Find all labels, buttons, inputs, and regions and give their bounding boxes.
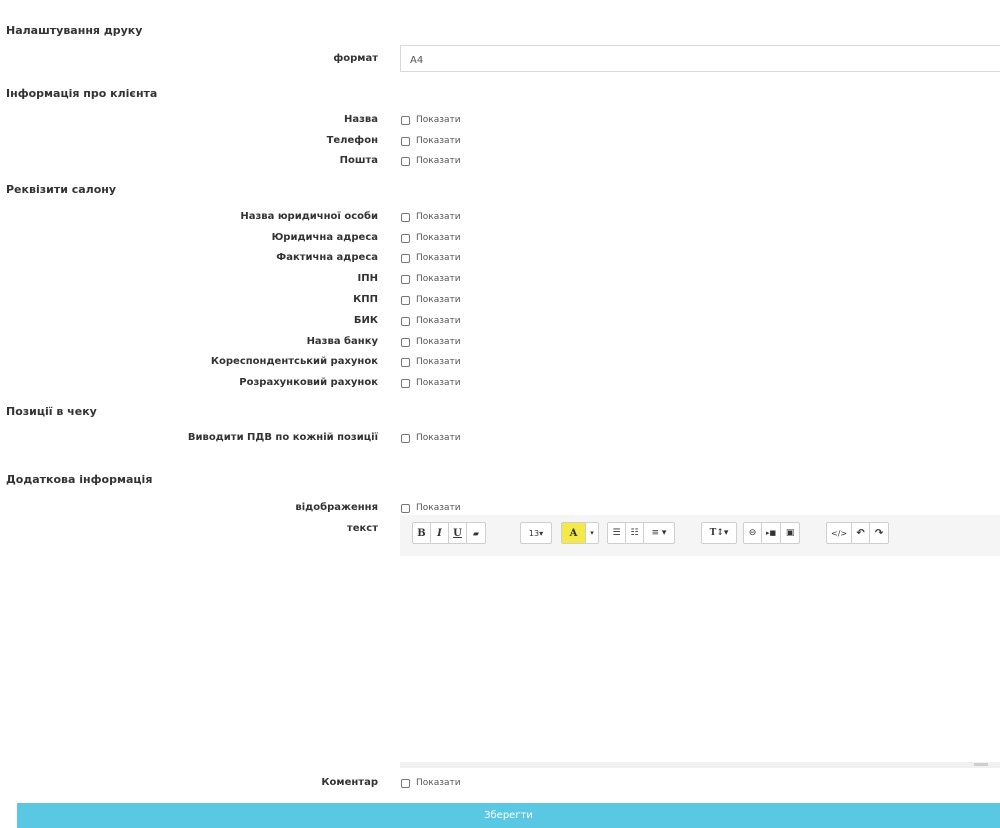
display-label: відображення [295,502,378,513]
checkbox-icon[interactable] [401,212,410,222]
checkbox-label: Показати [416,156,461,166]
font-size-dropdown[interactable]: 13▾ [521,523,551,543]
checkbox-icon[interactable] [401,233,410,243]
client-name-label: Назва [343,114,378,125]
salon-field-checkbox[interactable]: Показати [401,337,461,347]
client-email-checkbox[interactable]: Показати [401,156,461,166]
color-group: A ▾ [561,522,599,544]
vat-per-position-checkbox[interactable]: Показати [401,433,461,443]
checkbox-label: Показати [416,212,461,222]
salon-field-checkbox[interactable]: Показати [401,274,461,284]
video-icon[interactable]: ▸■ [762,523,782,543]
client-phone-label: Телефон [326,135,378,146]
style-group: T↕▾ [701,522,737,544]
section-title-salon: Реквізити салону [6,183,117,196]
client-email-label: Пошта [339,155,378,166]
checkbox-icon[interactable] [401,295,410,305]
picture-icon[interactable]: ▣ [781,523,799,543]
comment-checkbox[interactable]: Показати [401,778,461,788]
editor-toolbar [400,515,1000,556]
undo-icon[interactable]: ↶ [852,523,871,543]
checkbox-icon[interactable] [401,274,410,284]
text-style-dropdown[interactable]: T↕▾ [702,523,736,543]
code-view-icon[interactable]: </> [827,523,853,543]
vat-per-position-label: Виводити ПДВ по кожній позиції [187,432,378,443]
section-title-print: Налаштування друку [6,24,143,37]
section-title-client: Інформація про клієнта [6,87,158,100]
checkbox-label: Показати [416,357,461,367]
paragraph-group: ☰ ☷ ≡ ▾ [607,522,675,544]
checkbox-icon[interactable] [401,316,410,326]
resize-handle-icon[interactable] [974,763,988,766]
salon-field-checkbox[interactable]: Показати [401,233,461,243]
checkbox-label: Показати [416,295,461,305]
salon-field-checkbox[interactable]: Показати [401,253,461,263]
unordered-list-icon[interactable]: ☰ [608,523,626,543]
salon-field-label: Кореспондентський рахунок [210,356,378,367]
checkbox-label: Показати [416,378,461,388]
editor-content-area[interactable] [400,556,1000,762]
misc-group: </> ↶ ↷ [826,522,890,544]
salon-field-label: Назва банку [306,336,378,347]
font-style-group: B I U ▰ [412,522,486,544]
checkbox-label: Показати [416,778,461,788]
checkbox-label: Показати [416,274,461,284]
bold-button[interactable]: B [413,523,431,543]
checkbox-icon[interactable] [401,136,410,146]
checkbox-icon[interactable] [401,115,410,125]
link-icon[interactable]: ⊖ [744,523,762,543]
insert-group: ⊖ ▸■ ▣ [743,522,801,544]
salon-field-label: Фактична адреса [276,252,378,263]
salon-field-checkbox[interactable]: Показати [401,295,461,305]
ordered-list-icon[interactable]: ☷ [626,523,644,543]
checkbox-icon[interactable] [401,778,410,788]
format-label: формат [333,53,378,64]
checkbox-label: Показати [416,115,461,125]
salon-field-label: ІПН [357,273,378,284]
font-size-group: 13▾ [520,522,552,544]
checkbox-label: Показати [416,136,461,146]
section-title-extra: Додаткова інформація [6,473,153,486]
editor-statusbar [400,762,1000,768]
salon-field-label: Розрахунковий рахунок [239,377,378,388]
salon-field-checkbox[interactable]: Показати [401,212,461,222]
checkbox-label: Показати [416,233,461,243]
section-title-positions: Позиції в чеку [6,405,97,418]
checkbox-label: Показати [416,337,461,347]
salon-field-label: Назва юридичної особи [240,211,378,222]
checkbox-icon[interactable] [401,357,410,367]
checkbox-icon[interactable] [401,433,410,443]
eraser-icon[interactable]: ▰ [467,523,485,543]
checkbox-icon[interactable] [401,253,410,263]
format-select[interactable]: A4 [400,45,1000,72]
client-name-checkbox[interactable]: Показати [401,115,461,125]
checkbox-label: Показати [416,433,461,443]
salon-field-checkbox[interactable]: Показати [401,357,461,367]
text-label: текст [346,523,378,534]
checkbox-icon[interactable] [401,503,410,513]
checkbox-icon[interactable] [401,337,410,347]
checkbox-icon[interactable] [401,378,410,388]
checkbox-label: Показати [416,253,461,263]
salon-field-label: Юридична адреса [271,232,378,243]
align-dropdown[interactable]: ≡ ▾ [644,523,674,543]
underline-button[interactable]: U [449,523,467,543]
client-phone-checkbox[interactable]: Показати [401,136,461,146]
salon-field-checkbox[interactable]: Показати [401,316,461,326]
comment-label: Коментар [321,777,378,788]
salon-field-label: БИК [353,315,378,326]
checkbox-label: Показати [416,503,461,513]
display-checkbox[interactable]: Показати [401,503,461,513]
checkbox-label: Показати [416,316,461,326]
text-color-button[interactable]: A [562,523,586,543]
italic-button[interactable]: I [431,523,449,543]
salon-field-label: КПП [353,294,378,305]
salon-field-checkbox[interactable]: Показати [401,378,461,388]
redo-icon[interactable]: ↷ [870,523,888,543]
save-button[interactable]: Зберегти [17,803,1000,828]
chevron-down-icon[interactable]: ▾ [586,523,598,543]
checkbox-icon[interactable] [401,156,410,166]
